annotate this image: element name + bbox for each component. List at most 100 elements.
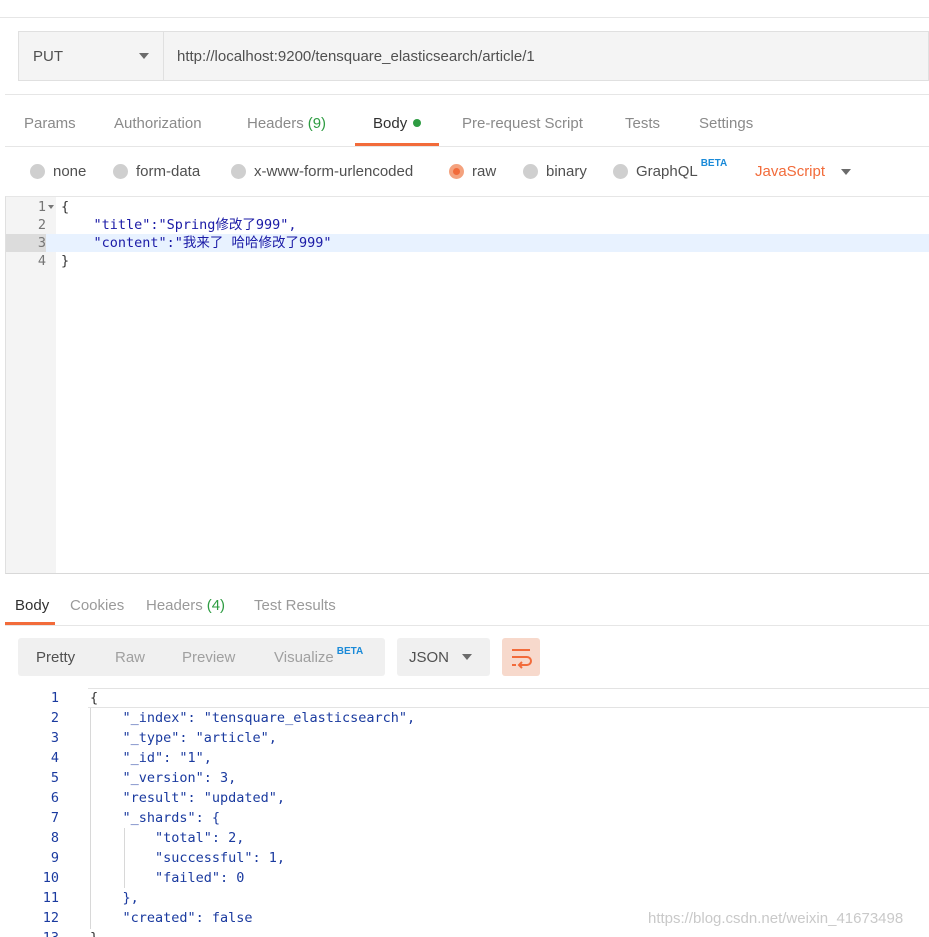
tab-cookies[interactable]: Cookies [70, 585, 124, 625]
divider [5, 146, 929, 147]
tab-body[interactable]: Body [354, 100, 440, 146]
editor-line-active: 3 "content":"我来了 哈哈修改了999" [6, 234, 929, 252]
method-select[interactable]: PUT [19, 32, 164, 80]
chevron-down-icon [462, 654, 472, 660]
tab-label: Headers [146, 596, 203, 614]
top-strip [0, 0, 929, 18]
chevron-down-icon [139, 53, 149, 59]
radio-label: GraphQL [636, 163, 698, 180]
view-raw-button[interactable]: Raw [115, 649, 145, 666]
response-line: 1{ [5, 688, 929, 708]
line-number: 6 [50, 790, 59, 806]
tab-response-headers[interactable]: Headers (4) [146, 585, 225, 625]
tab-label: Test Results [254, 596, 336, 614]
line-number: 10 [42, 870, 59, 886]
line-number: 4 [37, 253, 46, 269]
radio-circle-selected [449, 164, 464, 179]
language-select[interactable]: JavaScript [755, 163, 852, 180]
body-indicator-dot [413, 119, 422, 127]
view-visualize-button[interactable]: Visualize BETA [274, 646, 364, 666]
line-number: 1 [37, 199, 46, 215]
radio-form-data[interactable]: form-data [113, 163, 200, 180]
line-number: 3 [6, 234, 46, 252]
tab-headers[interactable]: Headers (9) [247, 100, 326, 146]
tab-label: Body [373, 114, 408, 132]
line-number: 13 [5, 928, 59, 937]
response-line: 9 "successful": 1, [5, 848, 929, 868]
code-text: "successful": 1, [90, 850, 286, 866]
editor-line: 1 { [6, 198, 929, 216]
wrap-lines-icon [512, 649, 532, 669]
radio-none[interactable]: none [30, 163, 86, 180]
response-view-bar: Pretty Raw Preview Visualize BETA JSON [18, 638, 540, 676]
line-number: 5 [50, 770, 59, 786]
radio-label: x-www-form-urlencoded [254, 163, 414, 180]
code-text: "content":"我来了 哈哈修改了999" [61, 235, 332, 251]
response-body-viewer[interactable]: 1{2 "_index": "tensquare_elasticsearch",… [5, 688, 929, 937]
tab-pre-request-script[interactable]: Pre-request Script [462, 100, 583, 146]
code-text: }, [90, 890, 139, 906]
code-text: "created": false [90, 910, 253, 926]
response-line: 10 "failed": 0 [5, 868, 929, 888]
format-select[interactable]: JSON [397, 638, 490, 676]
line-number: 2 [50, 710, 59, 726]
tab-label: Headers [247, 114, 304, 132]
request-body-editor[interactable]: 1 { 2 "title":"Spring修改了999", 3 "content… [5, 196, 929, 574]
headers-count: (4) [206, 596, 226, 614]
response-line: 8 "total": 2, [5, 828, 929, 848]
view-preview-button[interactable]: Preview [182, 649, 235, 666]
tab-label: Params [24, 114, 76, 132]
tab-tests[interactable]: Tests [625, 100, 660, 146]
radio-label: raw [472, 163, 497, 180]
tab-label: Settings [699, 114, 754, 132]
radio-binary[interactable]: binary [523, 163, 587, 180]
radio-urlencoded[interactable]: x-www-form-urlencoded [231, 163, 413, 180]
code-text: "_shards": { [90, 810, 221, 826]
line-number: 12 [42, 910, 59, 926]
fold-arrow-icon[interactable] [48, 205, 54, 209]
request-url-bar: PUT [18, 31, 929, 81]
radio-raw[interactable]: raw [449, 163, 496, 180]
radio-label: none [53, 163, 87, 180]
radio-circle [113, 164, 128, 179]
line-number: 3 [50, 730, 59, 746]
code-text: "_version": 3, [90, 770, 237, 786]
tab-test-results[interactable]: Test Results [254, 585, 336, 625]
tab-settings[interactable]: Settings [699, 100, 753, 146]
beta-badge: BETA [336, 646, 364, 657]
code-text: } [90, 928, 98, 937]
code-text: "_id": "1", [90, 750, 212, 766]
tab-authorization[interactable]: Authorization [114, 100, 202, 146]
radio-graphql[interactable]: GraphQL BETA [613, 158, 727, 180]
tab-label: Pre-request Script [462, 114, 583, 132]
tab-response-body[interactable]: Body [4, 585, 56, 625]
response-line: 6 "result": "updated", [5, 788, 929, 808]
line-number: 8 [50, 830, 59, 846]
line-number: 11 [42, 890, 59, 906]
body-type-options: none form-data x-www-form-urlencoded raw… [5, 155, 929, 195]
url-input[interactable] [164, 32, 928, 80]
request-tabs: Params Authorization Headers (9) Body Pr… [5, 100, 929, 146]
code-text: { [90, 690, 99, 706]
visualize-label: Visualize [274, 649, 334, 666]
line-number: 2 [37, 217, 46, 233]
response-line: 7 "_shards": { [5, 808, 929, 828]
code-text: "result": "updated", [90, 790, 286, 806]
watermark: https://blog.csdn.net/weixin_41673498 [648, 910, 904, 927]
line-number: 4 [50, 750, 59, 766]
view-pretty-button[interactable]: Pretty [36, 649, 75, 666]
response-line: 2 "_index": "tensquare_elasticsearch", [5, 708, 929, 728]
editor-line: 2 "title":"Spring修改了999", [6, 216, 929, 234]
radio-label: form-data [136, 163, 201, 180]
radio-circle [613, 164, 628, 179]
code-text: "title":"Spring修改了999", [61, 217, 297, 233]
wrap-lines-button[interactable] [502, 638, 540, 676]
radio-circle [30, 164, 45, 179]
tab-params[interactable]: Params [24, 100, 76, 146]
editor-line: 4 } [6, 252, 929, 270]
line-number: 9 [50, 850, 59, 866]
tab-label: Body [15, 596, 50, 614]
code-text: } [61, 253, 70, 269]
code-text: "total": 2, [90, 830, 245, 846]
response-line: 5 "_version": 3, [5, 768, 929, 788]
